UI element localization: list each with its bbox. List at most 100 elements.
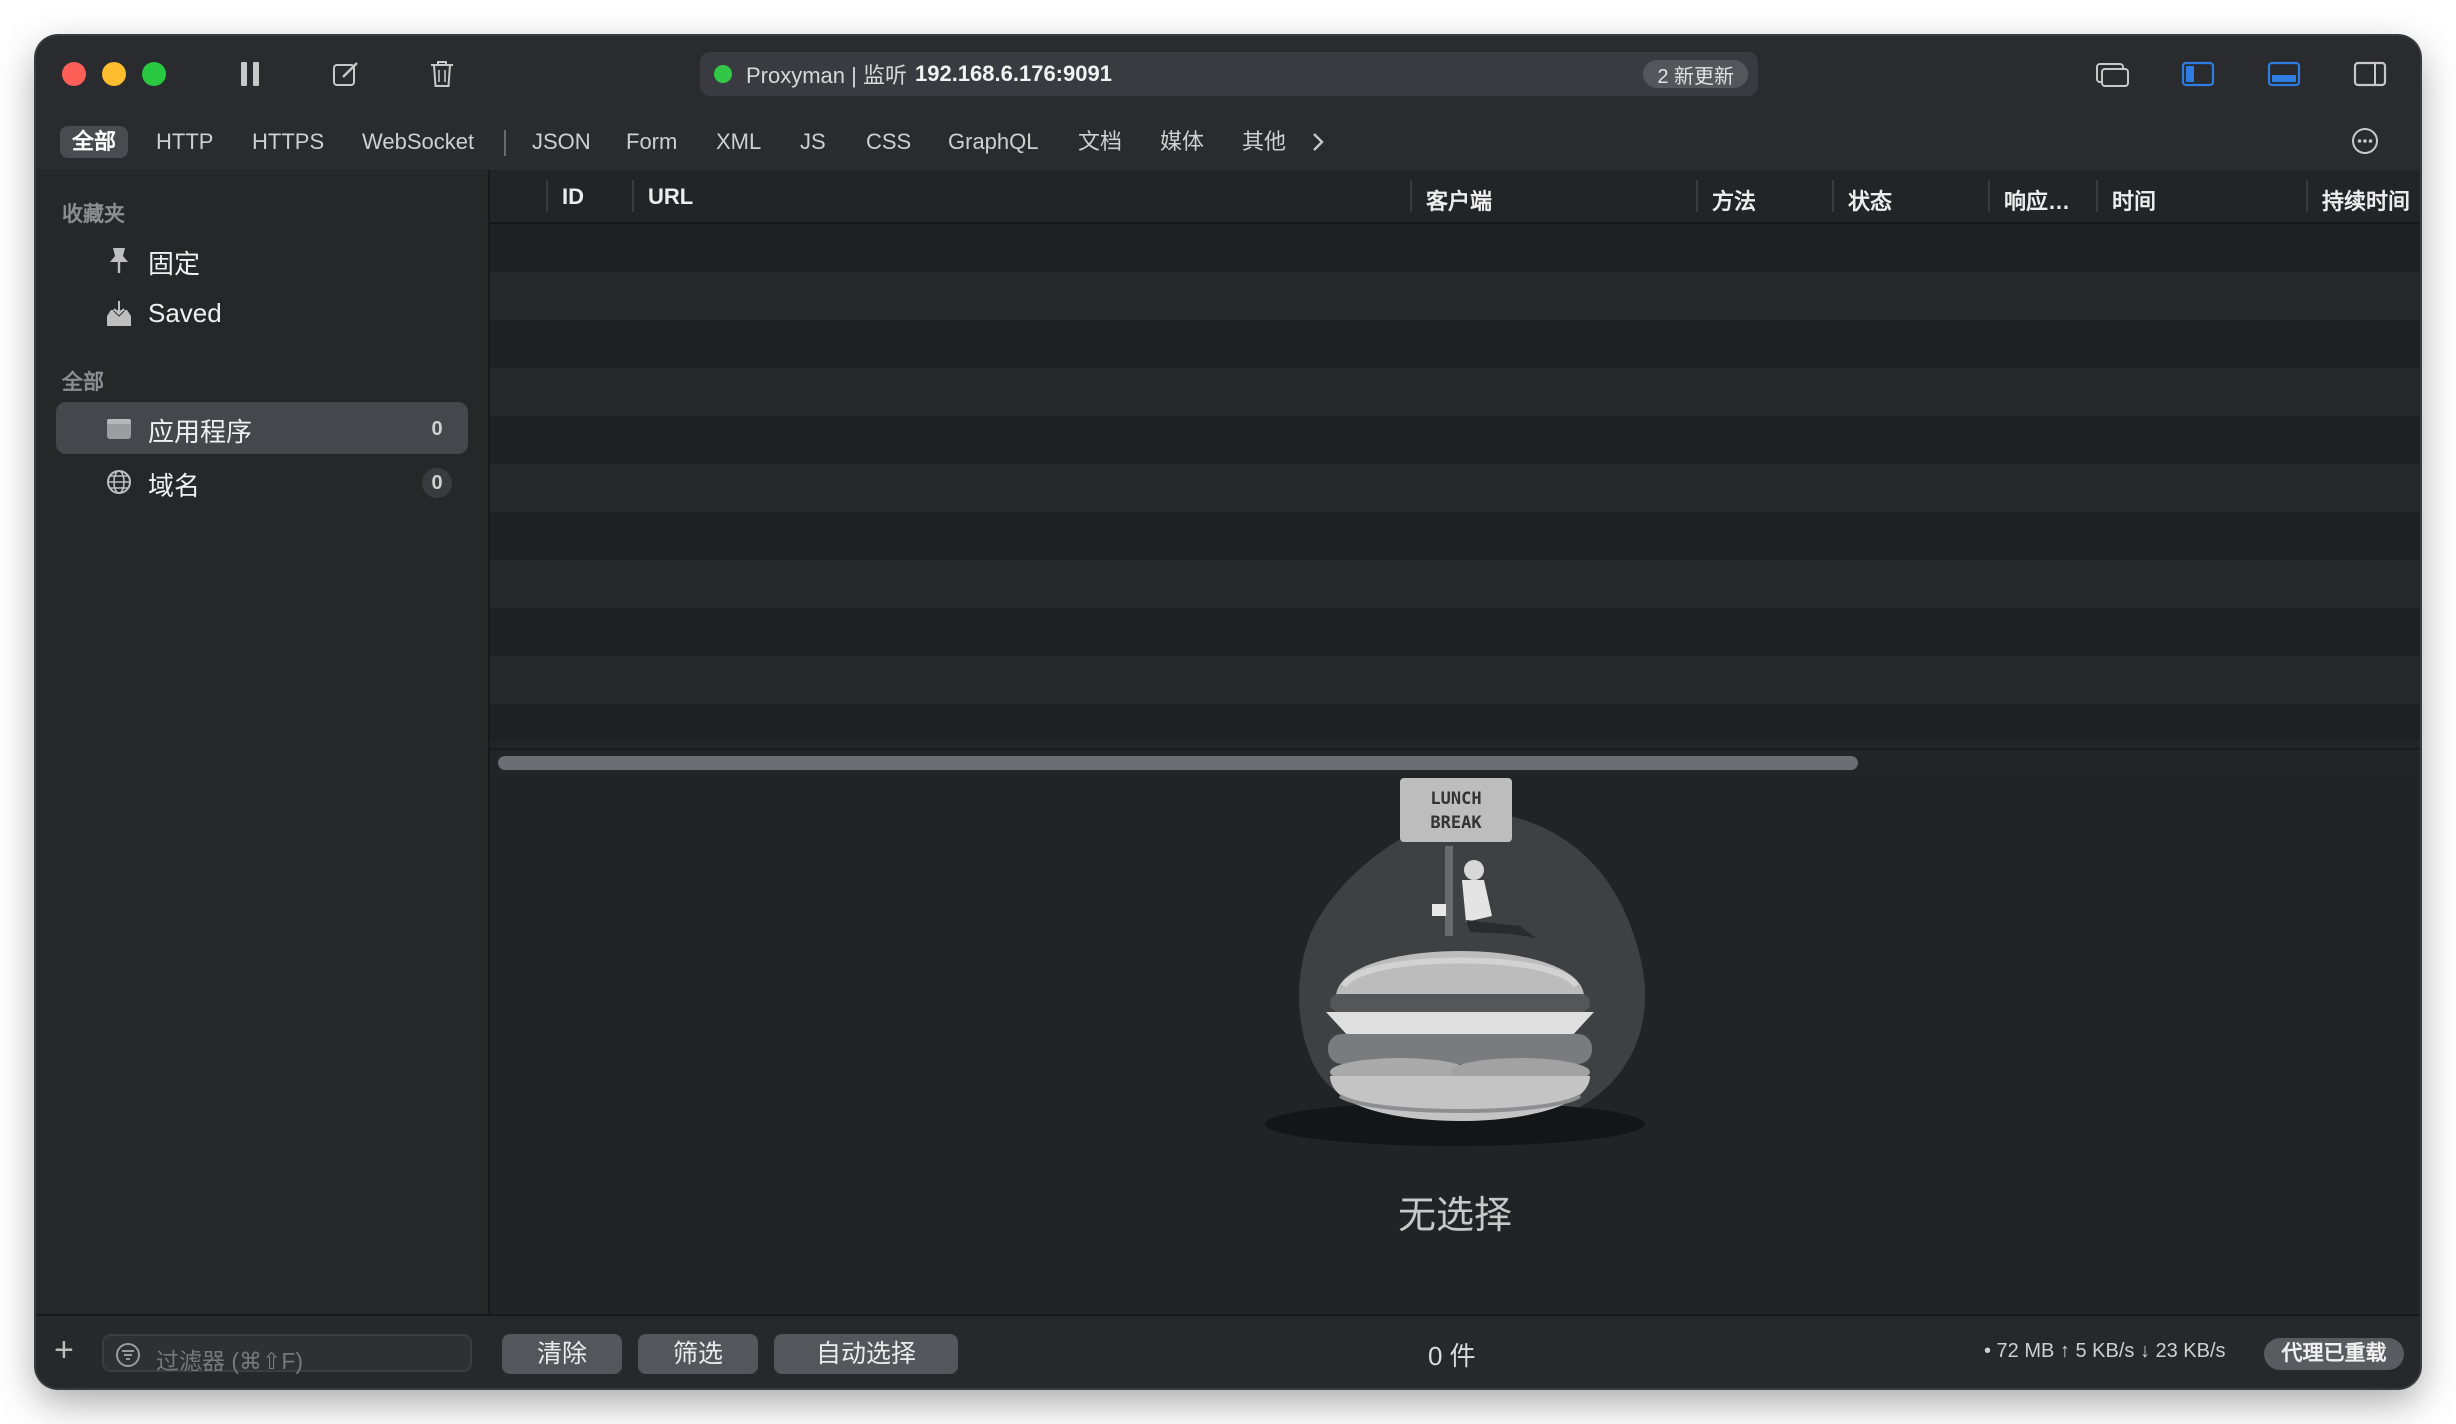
app-folder-icon <box>107 419 131 439</box>
window-mode-button[interactable] <box>2092 56 2132 92</box>
sign-line-1: LUNCH <box>1430 789 1481 809</box>
tab-https[interactable]: HTTPS <box>240 126 336 158</box>
tab-form[interactable]: Form <box>614 126 689 158</box>
tab-separator <box>504 130 506 156</box>
table-row <box>490 368 2420 416</box>
column-header-response[interactable]: 响应… <box>2004 184 2070 216</box>
filter-icon <box>116 1343 140 1367</box>
bottom-bar: + 过滤器 (⌘⇧F) 清除 筛选 自动选择 0 件 • 72 MB ↑ 5 K… <box>36 1314 2420 1388</box>
ellipsis-circle-icon <box>2352 128 2378 154</box>
add-button[interactable]: + <box>54 1332 74 1368</box>
tray-icon <box>107 301 131 326</box>
update-badge[interactable]: 2 新更新 <box>1643 60 1748 88</box>
detail-pane: LUNCH BREAK 无选择 <box>490 776 2420 1350</box>
column-header-duration[interactable]: 持续时间 <box>2322 184 2410 216</box>
sidebar-item-label: 应用程序 <box>148 417 253 447</box>
table-row <box>490 608 2420 656</box>
minimize-window-button[interactable] <box>102 62 126 86</box>
title-bar: Proxyman | 监听 192.168.6.176:9091 2 新更新 <box>36 36 2420 112</box>
sidebar-item-label: 域名 <box>148 471 201 501</box>
listening-status-dot <box>714 65 732 83</box>
tab-other[interactable]: 其他 <box>1230 126 1298 158</box>
sidebar-right-icon <box>2353 61 2387 87</box>
compose-button[interactable] <box>326 56 366 92</box>
all-section-header: 全部 <box>62 371 104 394</box>
tab-js[interactable]: JS <box>788 126 838 158</box>
table-row <box>490 656 2420 704</box>
favorites-section-header: 收藏夹 <box>62 203 125 226</box>
sidebar-item-label: 固定 <box>148 249 201 279</box>
sidebar-item-apps[interactable]: 应用程序 0 <box>56 402 468 454</box>
sidebar: 收藏夹 固定 Saved 全部 应用程序 0 域名 0 <box>36 170 490 1388</box>
filter-search-input[interactable]: 过滤器 (⌘⇧F) <box>102 1334 472 1374</box>
filter-button[interactable]: 筛选 <box>638 1334 758 1374</box>
trash-icon <box>431 61 453 87</box>
tab-json[interactable]: JSON <box>520 126 603 158</box>
app-title: Proxyman | 监听 <box>746 63 907 88</box>
tab-css[interactable]: CSS <box>854 126 923 158</box>
trash-button[interactable] <box>422 56 462 92</box>
table-row <box>490 224 2420 272</box>
request-table[interactable]: ID URL 客户端 方法 状态 响应… 时间 持续时间 <box>490 170 2420 778</box>
pin-icon <box>110 248 128 273</box>
zoom-window-button[interactable] <box>142 62 166 86</box>
column-separator <box>1988 180 1990 212</box>
sidebar-item-saved[interactable]: Saved <box>56 288 468 340</box>
address-bar[interactable]: Proxyman | 监听 192.168.6.176:9091 2 新更新 <box>700 52 1758 96</box>
filter-placeholder: 过滤器 (⌘⇧F) <box>156 1348 304 1374</box>
sidebar-item-domains[interactable]: 域名 0 <box>56 456 468 508</box>
more-tabs-chevron-icon[interactable] <box>1310 128 1326 161</box>
horizontal-scrollbar[interactable] <box>490 748 2420 778</box>
column-header-url[interactable]: URL <box>648 184 693 210</box>
column-header-status[interactable]: 状态 <box>1848 184 1892 216</box>
pause-button[interactable] <box>230 56 270 92</box>
windows-icon <box>2096 63 2129 87</box>
pause-icon <box>241 62 259 86</box>
tab-document[interactable]: 文档 <box>1066 126 1134 158</box>
table-row <box>490 464 2420 512</box>
tab-websocket[interactable]: WebSocket <box>350 126 486 158</box>
table-row <box>490 512 2420 560</box>
tab-all[interactable]: 全部 <box>60 126 129 158</box>
more-options-button[interactable] <box>2350 126 2380 161</box>
table-row <box>490 320 2420 368</box>
column-separator <box>2096 180 2098 212</box>
listen-address: 192.168.6.176:9091 <box>914 61 1112 86</box>
table-row <box>490 272 2420 320</box>
column-separator <box>632 180 634 212</box>
column-separator <box>1832 180 1834 212</box>
table-row <box>490 560 2420 608</box>
no-selection-label: 无选择 <box>1397 1195 1512 1237</box>
toggle-inspector-button[interactable] <box>2350 56 2390 92</box>
column-header-id[interactable]: ID <box>562 184 584 210</box>
scrollbar-thumb[interactable] <box>498 756 1858 770</box>
toggle-sidebar-button[interactable] <box>2178 56 2218 92</box>
tab-graphql[interactable]: GraphQL <box>936 126 1051 158</box>
column-separator <box>1696 180 1698 212</box>
lunch-break-illustration: LUNCH BREAK <box>1265 778 1646 1146</box>
tab-http[interactable]: HTTP <box>144 126 225 158</box>
column-separator <box>1410 180 1412 212</box>
tab-media[interactable]: 媒体 <box>1148 126 1216 158</box>
count-badge: 0 <box>422 468 452 498</box>
close-window-button[interactable] <box>62 62 86 86</box>
request-count: 0 件 <box>1428 1341 1476 1371</box>
sidebar-left-icon <box>2181 61 2215 87</box>
column-header-method[interactable]: 方法 <box>1712 184 1756 216</box>
clear-button[interactable]: 清除 <box>502 1334 622 1374</box>
table-row <box>490 704 2420 748</box>
proxy-status-badge[interactable]: 代理已重载 <box>2264 1338 2404 1370</box>
table-row <box>490 416 2420 464</box>
sidebar-item-label: Saved <box>148 298 222 328</box>
column-header-client[interactable]: 客户端 <box>1426 184 1492 216</box>
app-window: Proxyman | 监听 192.168.6.176:9091 2 新更新 全… <box>36 36 2420 1388</box>
panel-bottom-icon <box>2267 61 2301 87</box>
sidebar-item-pinned[interactable]: 固定 <box>56 234 468 286</box>
compose-icon <box>333 62 358 86</box>
column-header-time[interactable]: 时间 <box>2112 184 2156 216</box>
toggle-bottom-pane-button[interactable] <box>2264 56 2304 92</box>
column-separator <box>2306 180 2308 212</box>
sign-line-2: BREAK <box>1430 813 1482 833</box>
tab-xml[interactable]: XML <box>704 126 773 158</box>
auto-select-button[interactable]: 自动选择 <box>774 1334 958 1374</box>
